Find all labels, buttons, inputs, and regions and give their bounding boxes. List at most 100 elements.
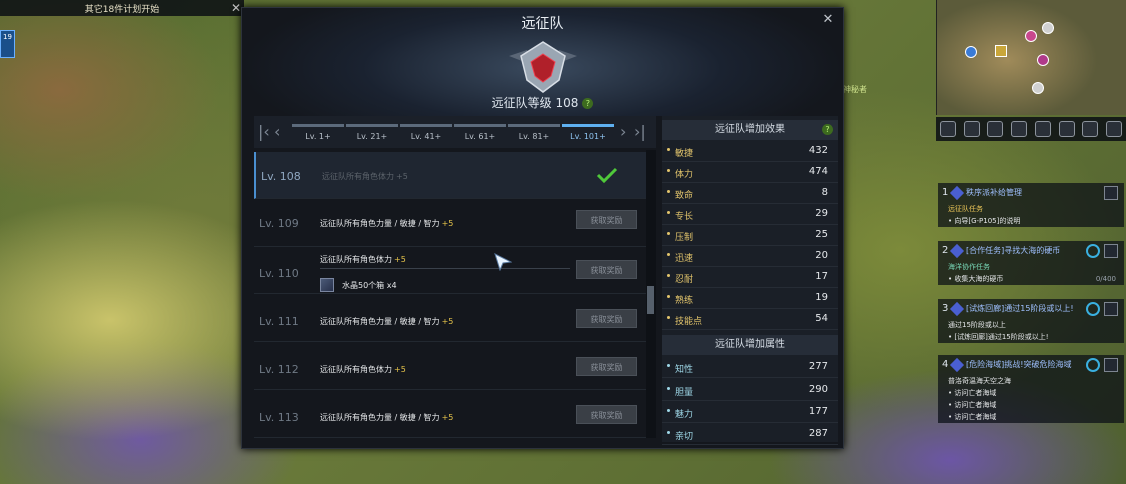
tab-lv-1[interactable]: Lv. 1+ — [292, 124, 344, 141]
minimap-tool-icon[interactable] — [1034, 121, 1051, 137]
quest-track-button[interactable] — [1104, 302, 1118, 316]
tab-lv-81[interactable]: Lv. 81+ — [508, 124, 560, 141]
minimap-tool-icon[interactable] — [1082, 121, 1099, 137]
claim-reward-button[interactable]: 获取奖励 — [576, 405, 637, 424]
reward-row: Lv. 112 远征队所有角色体力 +5 获取奖励 — [254, 343, 646, 390]
quest-subtitle: 海洋协作任务 — [948, 263, 990, 271]
effect-stat: 敏捷 432 — [662, 141, 838, 162]
attributes-header: 远征队增加属性 — [662, 335, 838, 355]
effect-stat: 致命 8 — [662, 183, 838, 204]
prev-page-icon[interactable]: ‹ — [274, 122, 280, 141]
expedition-emblem-icon — [509, 41, 577, 93]
help-icon[interactable]: ? — [582, 98, 594, 109]
quest-track-button[interactable] — [1104, 358, 1118, 372]
row-level: Lv. 108 — [261, 170, 301, 183]
row-desc: 远征队所有角色体力 +5 — [320, 365, 406, 374]
last-page-icon[interactable]: ›| — [634, 122, 646, 141]
tab-lv-41[interactable]: Lv. 41+ — [400, 124, 452, 141]
effect-stat: 迅速 20 — [662, 246, 838, 267]
map-marker-icon — [1042, 22, 1054, 34]
claim-reward-button[interactable]: 获取奖励 — [576, 357, 637, 376]
quest-type-icon — [949, 357, 965, 373]
expedition-window: 远征队 ✕ 远征队等级 108? |‹ ‹ Lv. 1+ Lv. 21+ Lv.… — [241, 7, 844, 449]
first-page-icon[interactable]: |‹ — [258, 122, 270, 141]
quest-entry[interactable]: 3 [试炼回廊]通过15阶段或以上! 通过15阶段或以上 • [试炼回廊]通过15… — [938, 299, 1124, 343]
effect-stat: 忍耐 17 — [662, 267, 838, 288]
tab-lv-101[interactable]: Lv. 101+ — [562, 124, 614, 141]
quest-subtitle: 远征队任务 — [948, 205, 983, 213]
effect-stat: 熟练 19 — [662, 288, 838, 309]
timer-badge-value: 19 — [3, 33, 12, 41]
minimap-tool-icon[interactable] — [1011, 121, 1028, 137]
quest-number: 1 — [942, 187, 949, 198]
minimap-tool-icon[interactable] — [1058, 121, 1075, 137]
reward-row[interactable]: Lv. 108 远征队所有角色体力 +5 — [254, 152, 646, 199]
map-marker-icon — [1025, 30, 1037, 42]
effect-stat: 技能点 54 — [662, 309, 838, 330]
quest-number: 3 — [942, 303, 949, 314]
quest-objective: • [试炼回廊]通过15阶段或以上! — [948, 333, 1049, 341]
quest-title: [危险海域]挑战!突破危险海域 — [966, 360, 1072, 369]
quest-entry[interactable]: 4 [危险海域]挑战!突破危险海域 普洛奇温海天空之海 • 访问亡者海域 • 访问… — [938, 355, 1124, 423]
reward-list: Lv. 108 远征队所有角色体力 +5 Lv. 109 远征队所有角色力量 / … — [254, 150, 646, 438]
top-notice-bar: 其它18件计划开始 — [0, 0, 244, 16]
mouse-cursor-icon — [494, 253, 512, 271]
reward-row: Lv. 109 远征队所有角色力量 / 敏捷 / 智力 +5 获取奖励 — [254, 200, 646, 247]
quest-type-icon — [949, 301, 965, 317]
row-desc: 远征队所有角色力量 / 敏捷 / 智力 +5 — [320, 317, 454, 326]
attribute-stat: 魅力 177 — [662, 402, 838, 423]
next-page-icon[interactable]: › — [620, 122, 626, 141]
quest-subtitle: 普洛奇温海天空之海 — [948, 377, 1011, 385]
row-desc: 远征队所有角色力量 / 敏捷 / 智力 +5 — [320, 413, 454, 422]
reward-item: 水晶50个箱 x4 — [320, 278, 397, 292]
quest-tracker: 1 秩序派补给管理 远征队任务 • 向导[G-P105]的说明 2 [合作任务]寻找… — [938, 183, 1126, 431]
quest-type-icon — [949, 185, 965, 201]
close-button[interactable]: ✕ — [820, 12, 836, 28]
quest-title: [试炼回廊]通过15阶段或以上! — [966, 304, 1074, 313]
effects-header: 远征队增加效果? — [662, 120, 838, 140]
quest-entry[interactable]: 1 秩序派补给管理 远征队任务 • 向导[G-P105]的说明 — [938, 183, 1124, 227]
top-notice-text: 其它18件计划开始 — [84, 4, 160, 15]
quest-number: 2 — [942, 245, 949, 256]
quest-number: 4 — [942, 359, 949, 370]
claim-reward-button[interactable]: 获取奖励 — [576, 309, 637, 328]
minimap-tool-icon[interactable] — [1106, 121, 1123, 137]
tab-lv-61[interactable]: Lv. 61+ — [454, 124, 506, 141]
attribute-stat: 知性 277 — [662, 357, 838, 378]
tab-lv-21[interactable]: Lv. 21+ — [346, 124, 398, 141]
effect-stat: 体力 474 — [662, 162, 838, 183]
quest-track-button[interactable] — [1104, 186, 1118, 200]
row-level: Lv. 110 — [259, 267, 299, 280]
crystal-box-icon — [320, 278, 334, 292]
row-level: Lv. 109 — [259, 217, 299, 230]
minimap[interactable] — [936, 0, 1126, 115]
quest-subtitle: 通过15阶段或以上 — [948, 321, 1006, 329]
quest-progress: 0/400 — [1095, 275, 1116, 283]
minimap-tool-icon[interactable] — [987, 121, 1004, 137]
bonus-panel: 远征队增加效果? 敏捷 432 体力 474 致命 8 专长 29 压制 25 迅速 20 … — [662, 116, 838, 445]
npc-name-label: 神秘者 — [843, 85, 867, 94]
minimap-tool-icon[interactable] — [939, 121, 956, 137]
row-desc: 远征队所有角色体力 +5 — [322, 172, 408, 181]
effect-stat: 压制 25 — [662, 225, 838, 246]
claim-reward-button[interactable]: 获取奖励 — [576, 210, 637, 229]
quest-repeat-icon — [1086, 244, 1100, 258]
quest-objective: • 访问亡者海域 — [948, 401, 997, 409]
timer-badge[interactable]: 19 — [0, 30, 15, 58]
quest-objective: • 访问亡者海域 — [948, 389, 997, 397]
help-icon[interactable]: ? — [822, 124, 833, 135]
quest-objective: • 访问亡者海域 — [948, 413, 997, 421]
row-desc: 远征队所有角色力量 / 敏捷 / 智力 +5 — [320, 219, 454, 228]
quest-title: [合作任务]寻找大海的硬币 — [966, 246, 1061, 255]
list-scrollbar[interactable] — [646, 150, 656, 438]
window-title: 远征队 — [521, 16, 564, 32]
claim-reward-button[interactable]: 获取奖励 — [576, 260, 637, 279]
quest-repeat-icon — [1086, 302, 1100, 316]
quest-track-button[interactable] — [1104, 244, 1118, 258]
minimap-tool-icon[interactable] — [963, 121, 980, 137]
minimap-toolbar — [936, 117, 1126, 141]
map-marker-icon — [995, 45, 1007, 57]
map-marker-icon — [1037, 54, 1049, 66]
quest-entry[interactable]: 2 [合作任务]寻找大海的硬币 海洋协作任务 • 收集大海的硬币 0/400 — [938, 241, 1124, 285]
scrollbar-thumb[interactable] — [647, 286, 654, 314]
